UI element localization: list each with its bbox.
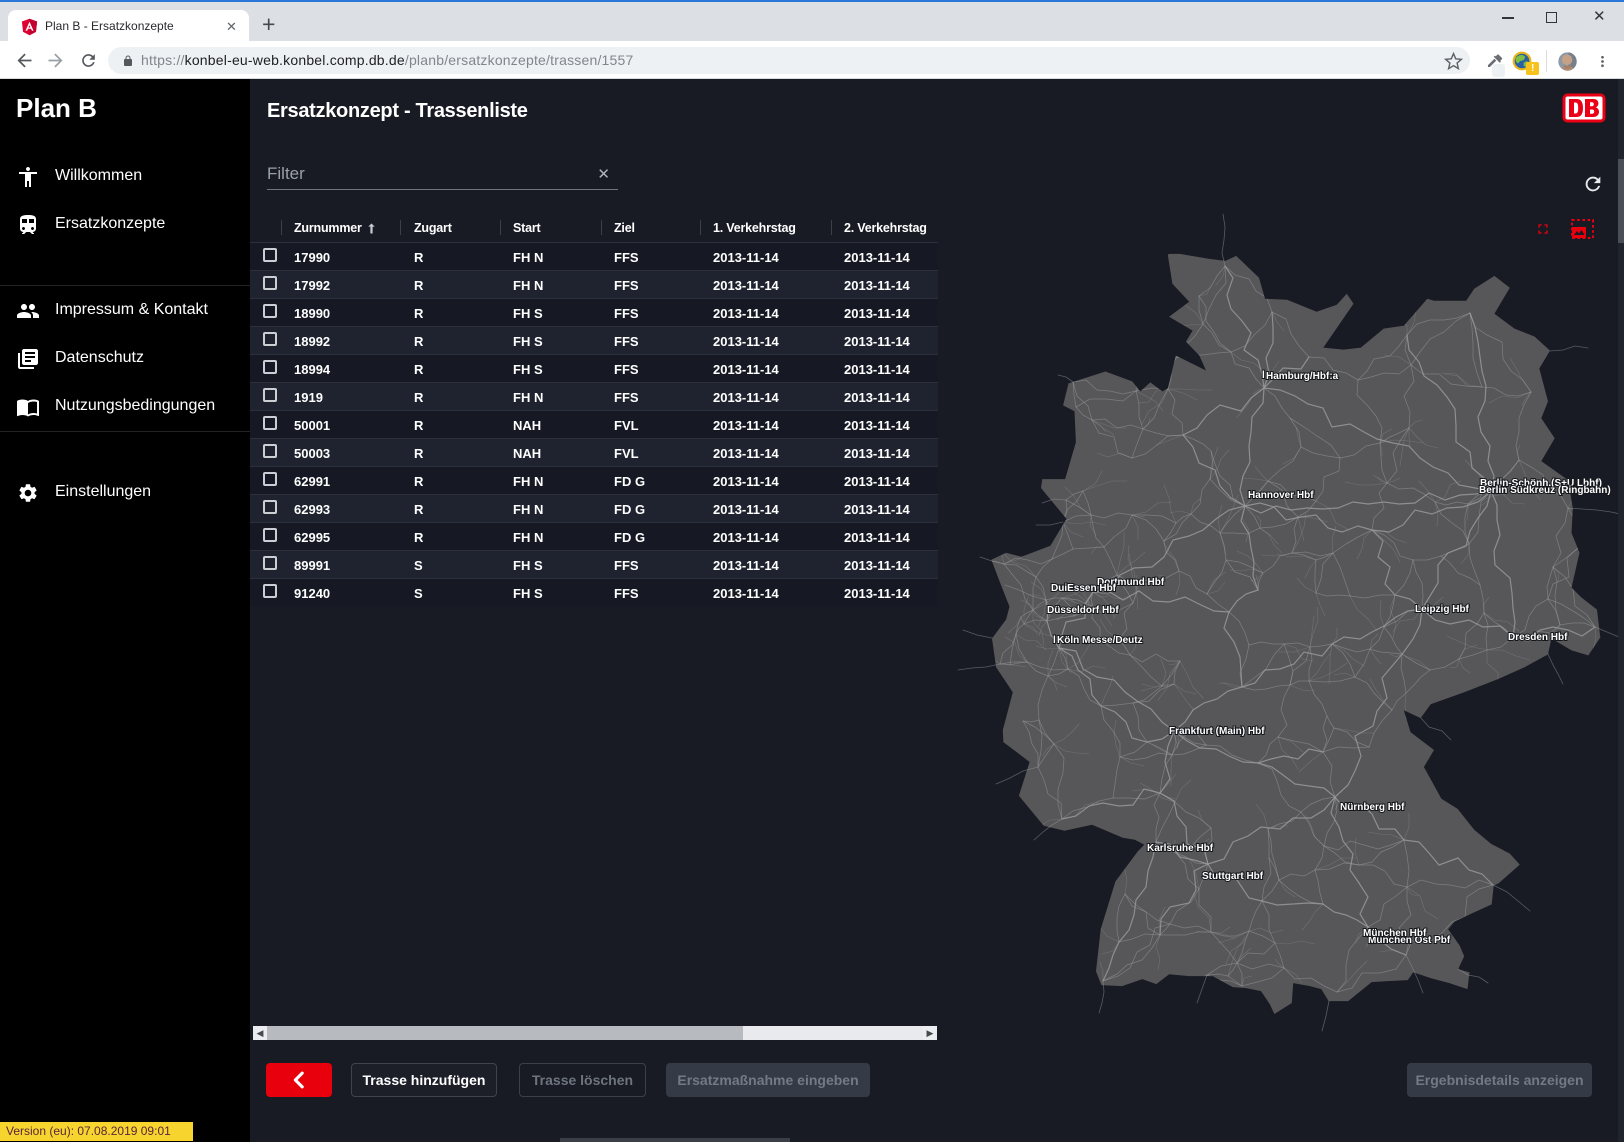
svg-text:Nürnberg Hbf: Nürnberg Hbf xyxy=(1340,802,1405,813)
svg-text:Köln Messe/Deutz: Köln Messe/Deutz xyxy=(1057,635,1143,646)
svg-text:Berlin Südkreuz (Ringbahn): Berlin Südkreuz (Ringbahn) xyxy=(1479,485,1611,496)
svg-text:l: l xyxy=(1262,370,1265,381)
svg-text:Stuttgart Hbf: Stuttgart Hbf xyxy=(1202,871,1264,882)
svg-text:Leipzig Hbf: Leipzig Hbf xyxy=(1415,604,1470,615)
svg-text:l: l xyxy=(1053,635,1056,646)
svg-text:Hannover Hbf: Hannover Hbf xyxy=(1248,490,1314,501)
svg-text:München Hbf: München Hbf xyxy=(1363,928,1427,939)
svg-text:Hamburg/Hbf:a: Hamburg/Hbf:a xyxy=(1266,371,1339,382)
svg-text:Düsseldorf Hbf: Düsseldorf Hbf xyxy=(1047,605,1119,616)
svg-text:DuiEssen Hbf: DuiEssen Hbf xyxy=(1051,583,1117,594)
svg-text:Dresden Hbf: Dresden Hbf xyxy=(1508,632,1568,643)
svg-text:Karlsruhe Hbf: Karlsruhe Hbf xyxy=(1147,843,1214,854)
svg-text:Frankfurt (Main) Hbf: Frankfurt (Main) Hbf xyxy=(1169,726,1265,737)
